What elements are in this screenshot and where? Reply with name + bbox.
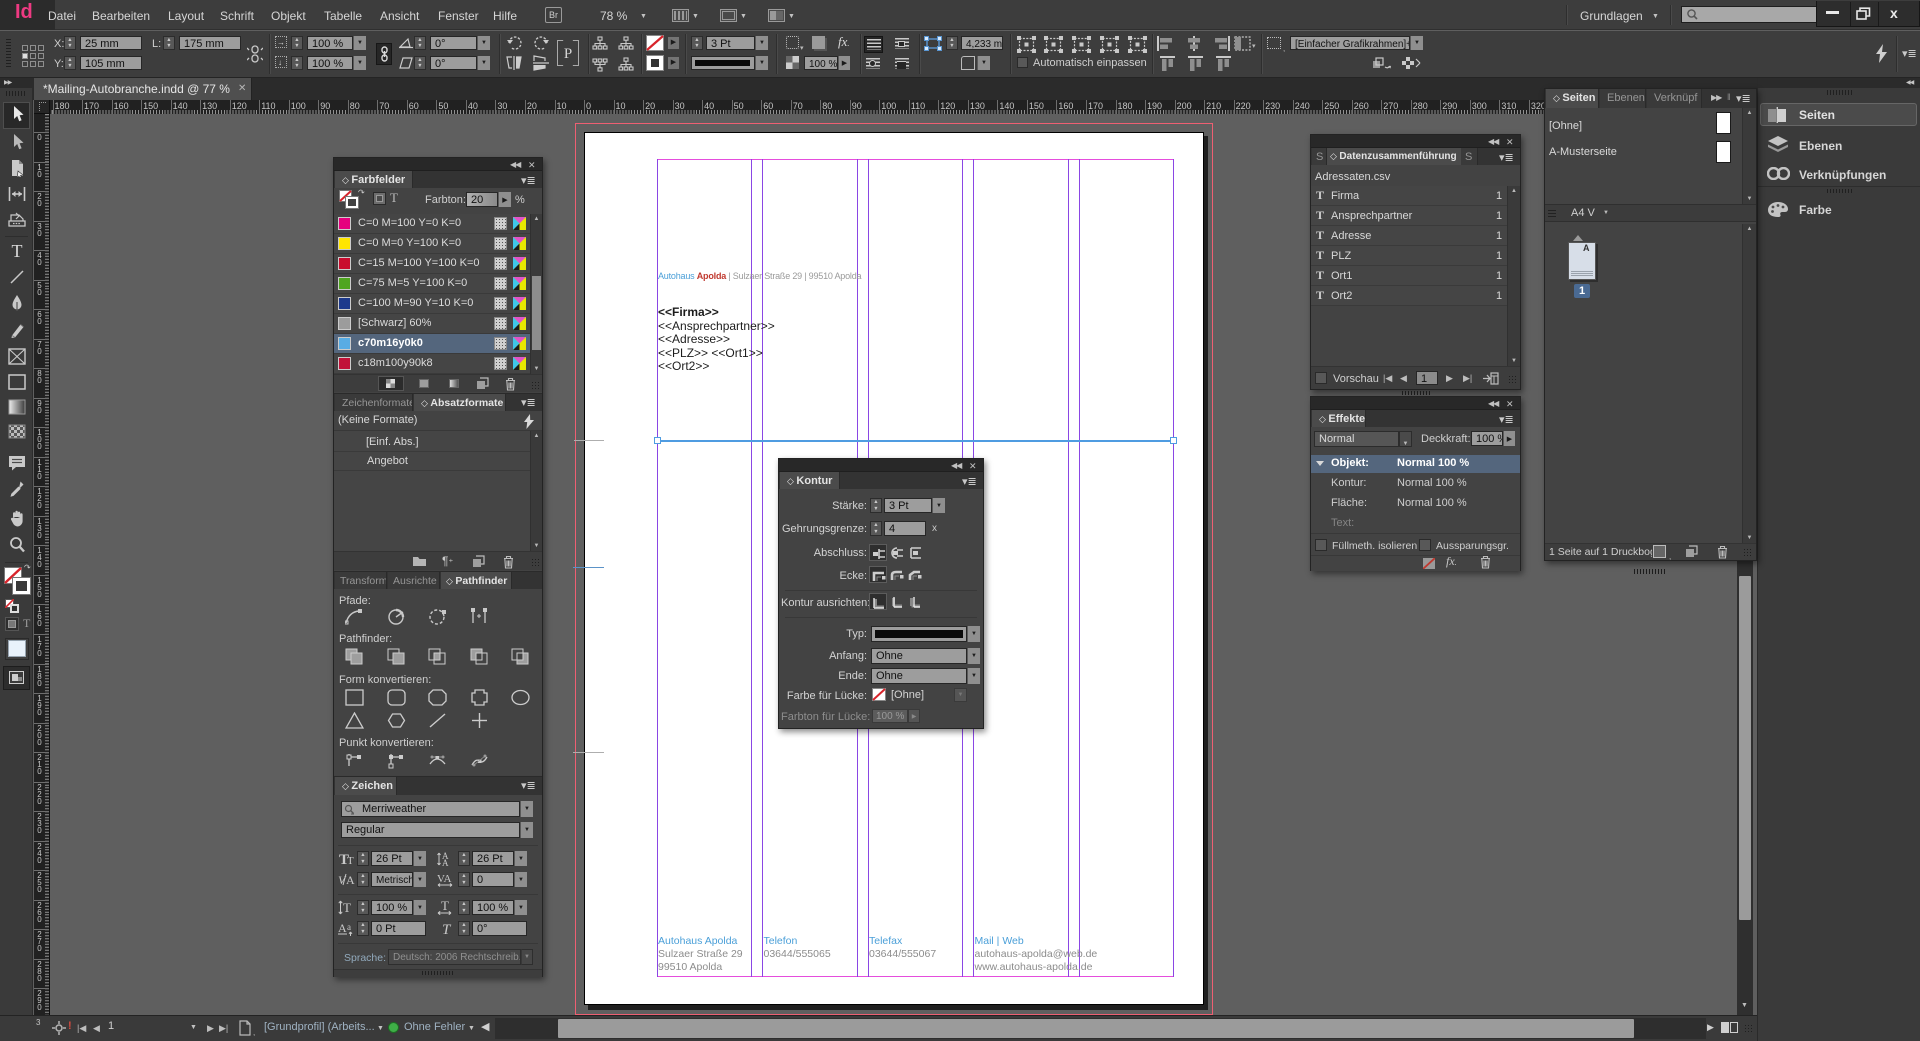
svg-text:A: A [442, 858, 449, 867]
svg-text:VA: VA [437, 873, 452, 885]
svg-text:A: A [346, 873, 355, 887]
svg-text:T: T [343, 900, 351, 915]
svg-text:T: T [441, 900, 449, 913]
svg-text:A: A [338, 921, 347, 935]
svg-text:T: T [12, 242, 23, 260]
svg-text:a: a [347, 922, 351, 932]
svg-text:T: T [347, 855, 354, 866]
svg-text:T: T [442, 922, 452, 936]
